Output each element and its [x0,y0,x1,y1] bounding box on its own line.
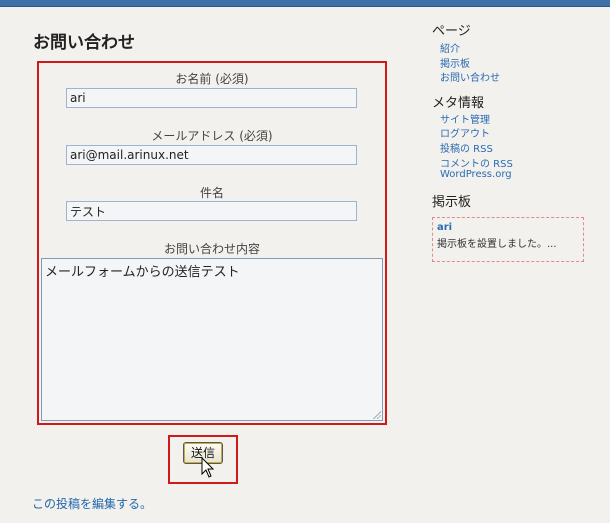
subject-field[interactable] [66,201,357,221]
sidebar-heading-pages: ページ [432,24,471,39]
email-field[interactable] [66,145,357,165]
sidebar-heading-meta: メタ情報 [432,96,485,111]
sidebar-item-comments-rss[interactable]: コメントの RSS [440,155,513,170]
top-bar [0,0,610,7]
message-label: お問い合わせ内容 [163,242,260,256]
sidebar-item-logout[interactable]: ログアウト [440,125,490,140]
sidebar-item-bbs[interactable]: 掲示板 [440,55,470,70]
sidebar-item-posts-rss[interactable]: 投稿の RSS [440,140,493,155]
name-field[interactable] [66,88,357,108]
sidebar-item-site-admin[interactable]: サイト管理 [440,111,490,126]
edit-post-link[interactable]: この投稿を編集する。 [32,495,152,512]
bbs-author-link[interactable]: ari [437,222,452,233]
resize-grip-icon[interactable] [372,410,381,419]
email-label: メールアドレス (必須) [151,129,273,143]
sidebar-heading-bbs: 掲示板 [432,195,472,210]
name-label: お名前 (必須) [175,72,249,86]
bbs-latest-post: 掲示板を設置しました。... [437,239,557,250]
mouse-pointer-icon [201,457,215,478]
subject-label: 件名 [199,186,224,200]
message-textarea[interactable]: メールフォームからの送信テスト [41,258,383,421]
page-title: お問い合わせ [33,33,135,53]
sidebar-item-intro[interactable]: 紹介 [440,40,460,55]
sidebar-item-contact[interactable]: お問い合わせ [440,69,500,84]
sidebar-item-wordpress-org[interactable]: WordPress.org [440,169,512,180]
